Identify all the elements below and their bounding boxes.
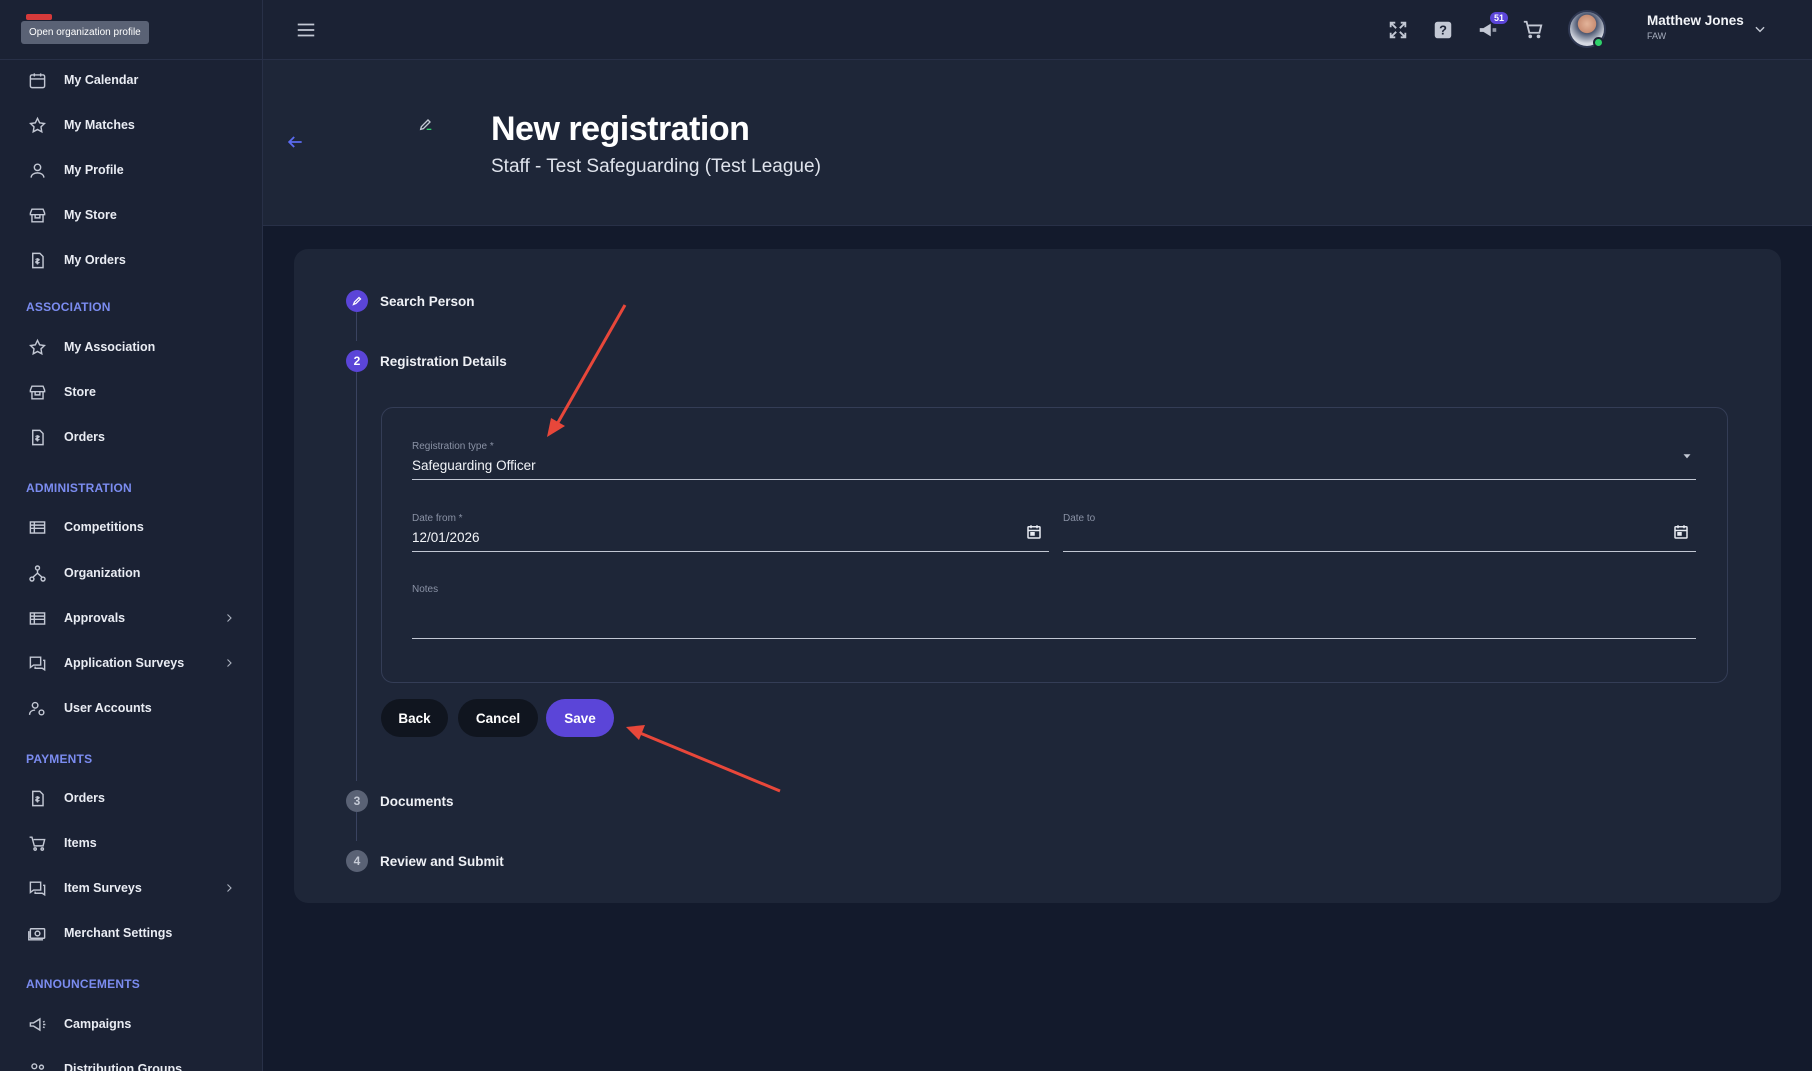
sidebar-item-my-matches[interactable]: My Matches xyxy=(0,110,262,140)
date-from-field[interactable]: Date from * 12/01/2026 xyxy=(412,513,1049,552)
stepper-connector xyxy=(356,312,357,341)
sidebar-item-my-calendar[interactable]: My Calendar xyxy=(0,65,262,95)
list-icon xyxy=(27,608,47,628)
fullscreen-button[interactable] xyxy=(1386,18,1410,42)
cancel-button[interactable]: Cancel xyxy=(458,699,538,737)
store-icon xyxy=(27,205,47,225)
notes-field[interactable]: Notes xyxy=(412,584,1696,639)
step-review-and-submit[interactable]: 4 Review and Submit xyxy=(346,850,504,872)
list-icon xyxy=(27,517,47,537)
page-header: New registration Staff - Test Safeguardi… xyxy=(263,60,1812,226)
page-title: New registration xyxy=(491,110,750,148)
sidebar-item-distribution-groups[interactable]: Distribution Groups xyxy=(0,1054,262,1071)
sidebar-item-approvals[interactable]: Approvals xyxy=(0,603,262,633)
money-icon xyxy=(27,923,47,943)
edit-icon xyxy=(419,119,432,131)
sidebar-logo-area[interactable]: Open organization profile xyxy=(0,0,262,60)
cart-icon xyxy=(27,833,47,853)
invoice-icon xyxy=(27,788,47,808)
open-organization-tooltip: Open organization profile xyxy=(21,21,149,44)
invoice-icon xyxy=(27,427,47,447)
sidebar-item-store[interactable]: Store xyxy=(0,377,262,407)
top-bar: ? 51 Matthew Jones FAW xyxy=(263,0,1812,60)
star-icon xyxy=(27,337,47,357)
chevron-right-icon xyxy=(227,614,232,622)
step-complete-edit-icon xyxy=(346,290,368,312)
megaphone-icon xyxy=(27,1014,47,1034)
sidebar-item-payments-orders[interactable]: Orders xyxy=(0,783,262,813)
back-arrow-icon[interactable] xyxy=(285,132,305,152)
sidebar-item-my-orders[interactable]: My Orders xyxy=(0,245,262,275)
section-payments: PAYMENTS xyxy=(26,752,93,766)
sidebar-item-competitions[interactable]: Competitions xyxy=(0,512,262,542)
online-status-indicator xyxy=(1593,37,1604,48)
sidebar-item-my-store[interactable]: My Store xyxy=(0,200,262,230)
registration-type-select[interactable]: Registration type * Safeguarding Officer xyxy=(412,441,1696,480)
group-icon xyxy=(27,1059,47,1071)
sidebar: Open organization profile My Calendar My… xyxy=(0,0,263,1071)
sidebar-item-items[interactable]: Items xyxy=(0,828,262,858)
chevron-down-icon[interactable] xyxy=(1753,22,1767,36)
calendar-icon xyxy=(27,70,47,90)
user-name[interactable]: Matthew Jones xyxy=(1647,13,1744,28)
page-subtitle: Staff - Test Safeguarding (Test League) xyxy=(491,156,821,177)
step-number: 2 xyxy=(346,350,368,372)
step-documents[interactable]: 3 Documents xyxy=(346,790,454,812)
calendar-icon[interactable] xyxy=(1672,523,1690,541)
cart-button[interactable] xyxy=(1521,18,1545,42)
sidebar-item-orders[interactable]: Orders xyxy=(0,422,262,452)
step-search-person[interactable]: Search Person xyxy=(346,290,475,312)
registration-card: Search Person 2 Registration Details Reg… xyxy=(294,249,1781,903)
sidebar-item-item-surveys[interactable]: Item Surveys xyxy=(0,873,262,903)
sidebar-item-my-profile[interactable]: My Profile xyxy=(0,155,262,185)
step-number: 4 xyxy=(346,850,368,872)
cart-icon xyxy=(1523,20,1543,39)
stepper-connector xyxy=(356,812,357,841)
calendar-icon[interactable] xyxy=(1025,523,1043,541)
section-association: ASSOCIATION xyxy=(26,300,111,314)
sidebar-item-user-accounts[interactable]: User Accounts xyxy=(0,693,262,723)
fullscreen-icon xyxy=(1389,21,1407,39)
announcements-button[interactable]: 51 xyxy=(1476,12,1508,42)
chevron-right-icon xyxy=(227,659,232,667)
save-button[interactable]: Save xyxy=(546,699,614,737)
step-number: 3 xyxy=(346,790,368,812)
hierarchy-icon xyxy=(27,563,47,583)
chat-icon xyxy=(27,878,47,898)
help-icon: ? xyxy=(1434,21,1452,39)
chat-icon xyxy=(27,653,47,673)
svg-text:?: ? xyxy=(1439,23,1447,38)
chevron-right-icon xyxy=(227,884,232,892)
step-registration-details[interactable]: 2 Registration Details xyxy=(346,350,507,372)
back-button[interactable]: Back xyxy=(381,699,448,737)
organization-logo[interactable] xyxy=(26,14,52,20)
sidebar-item-merchant-settings[interactable]: Merchant Settings xyxy=(0,918,262,948)
section-announcements: ANNOUNCEMENTS xyxy=(26,977,140,991)
person-icon xyxy=(27,160,47,180)
stepper-connector xyxy=(356,372,357,781)
menu-icon[interactable] xyxy=(295,19,317,41)
date-to-field[interactable]: Date to xyxy=(1063,513,1696,552)
sidebar-item-my-association[interactable]: My Association xyxy=(0,332,262,362)
user-organization: FAW xyxy=(1647,31,1667,41)
star-icon xyxy=(27,115,47,135)
store-icon xyxy=(27,382,47,402)
sidebar-item-application-surveys[interactable]: Application Surveys xyxy=(0,648,262,678)
user-settings-icon xyxy=(27,698,47,718)
help-button[interactable]: ? xyxy=(1431,18,1455,42)
registration-details-form: Registration type * Safeguarding Officer… xyxy=(381,407,1728,683)
dropdown-arrow-icon xyxy=(1683,454,1691,459)
sidebar-item-organization[interactable]: Organization xyxy=(0,558,262,588)
section-administration: ADMINISTRATION xyxy=(26,481,132,495)
notifications-badge: 51 xyxy=(1489,12,1508,24)
sidebar-item-campaigns[interactable]: Campaigns xyxy=(0,1009,262,1039)
invoice-icon xyxy=(27,250,47,270)
